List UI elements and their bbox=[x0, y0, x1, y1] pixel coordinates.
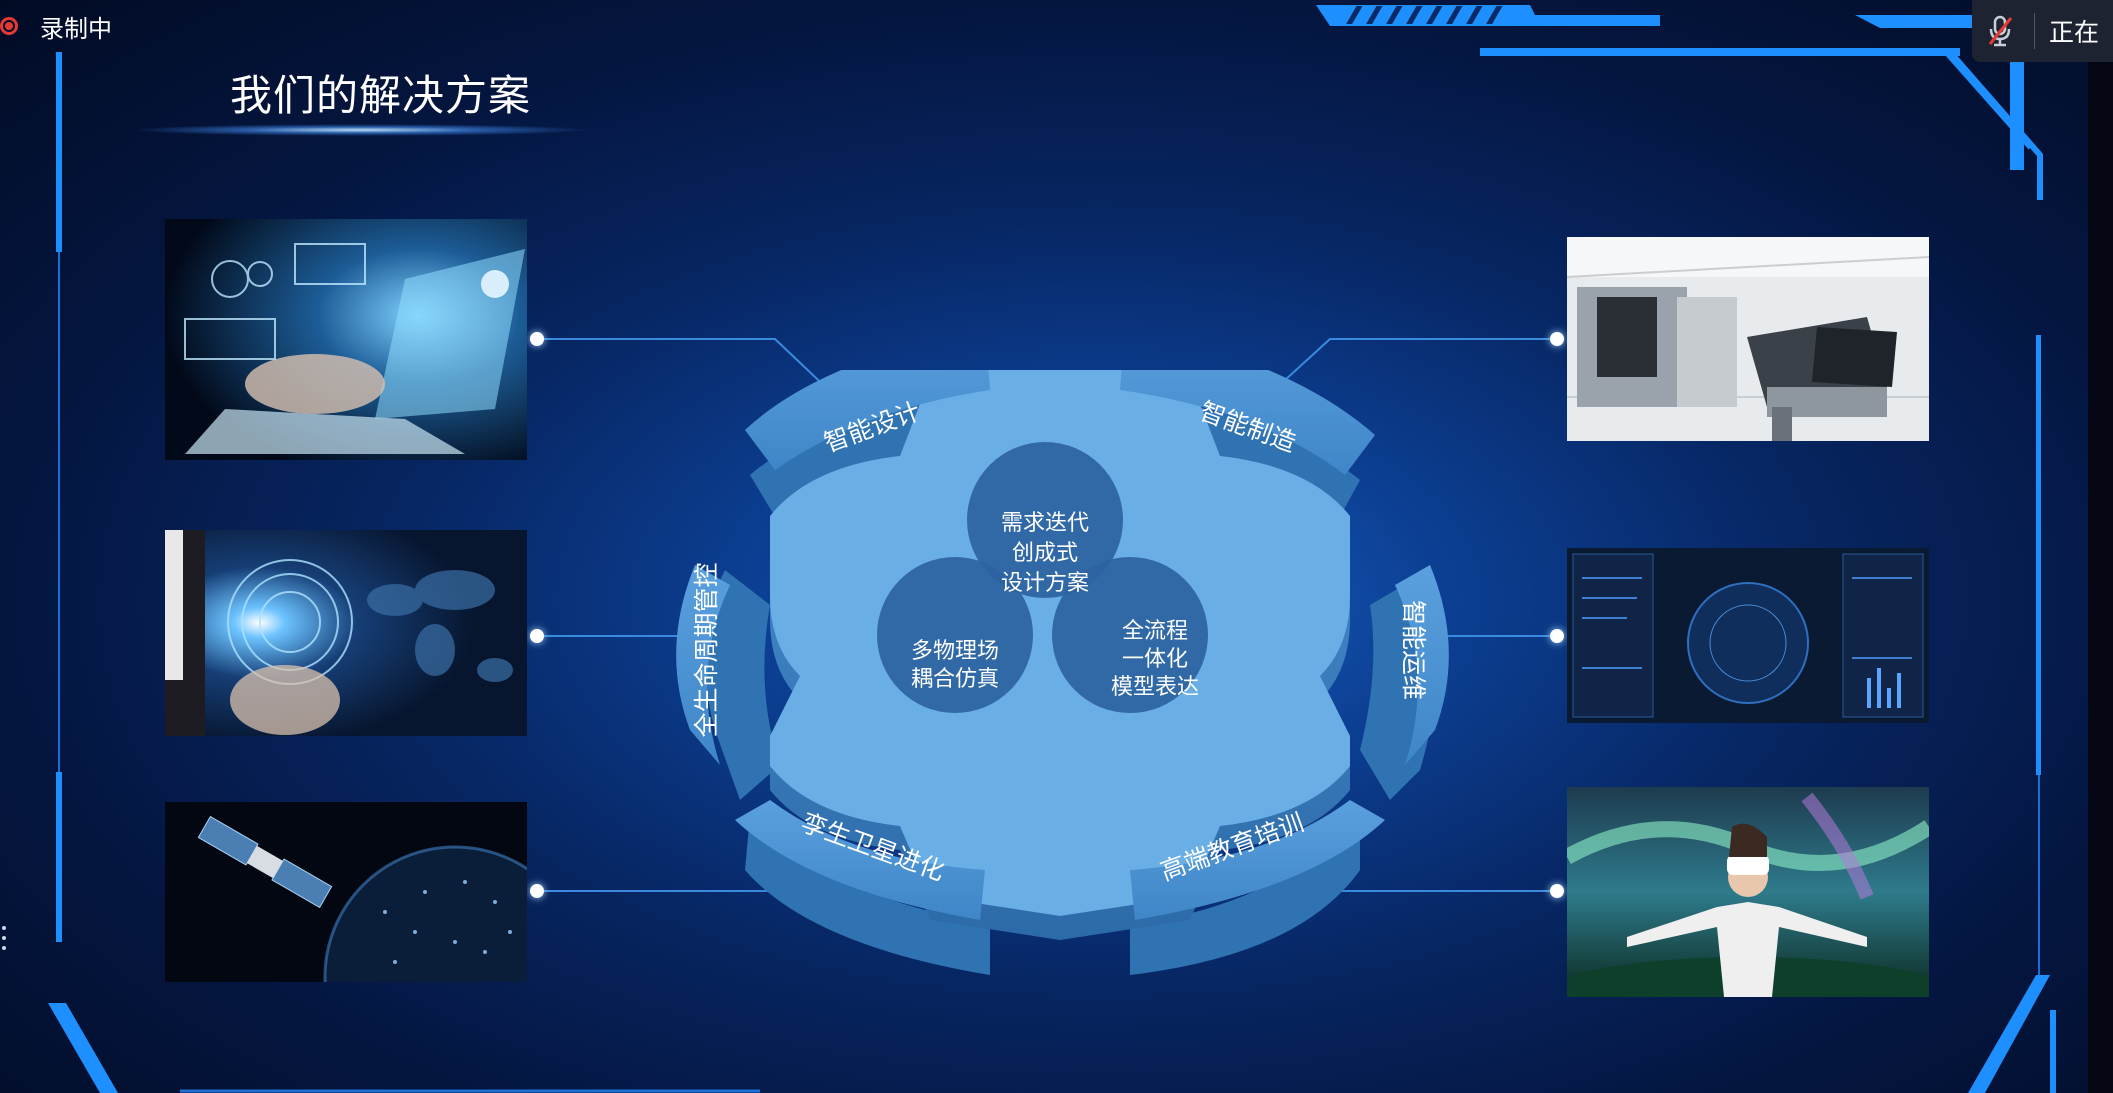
side-drag-handle[interactable] bbox=[0, 918, 8, 958]
image-ai-laptop bbox=[165, 219, 527, 460]
segment-label-right: 智能运维 bbox=[1399, 600, 1428, 700]
image-dashboard bbox=[1567, 548, 1929, 723]
circle-left-line-1: 多物理场 bbox=[911, 639, 999, 664]
connector-dot bbox=[530, 629, 544, 643]
segment-label-left: 全生命周期管控 bbox=[692, 562, 721, 737]
connector-dot bbox=[1550, 332, 1564, 346]
image-digital-hand bbox=[165, 530, 527, 736]
circle-top-line-2: 创成式 bbox=[1012, 541, 1078, 566]
circle-top-line-3: 设计方案 bbox=[1001, 571, 1089, 596]
solution-gear-diagram: 智能设计 智能制造 全生命周期管控 智能运维 孪生卫星进化 高端教育培训 需求迭… bbox=[676, 370, 1449, 975]
circle-top-line-1: 需求迭代 bbox=[1001, 511, 1089, 536]
image-factory-machinery bbox=[1567, 237, 1929, 441]
circle-right-line-2: 一体化 bbox=[1122, 647, 1188, 672]
connector-dot bbox=[530, 884, 544, 898]
circle-left-line-2: 耦合仿真 bbox=[911, 667, 999, 692]
circle-right-line-1: 全流程 bbox=[1122, 619, 1188, 644]
image-vr-woman bbox=[1567, 787, 1929, 997]
image-satellite-earth bbox=[165, 802, 527, 982]
connector-dot bbox=[1550, 629, 1564, 643]
circle-right-line-3: 模型表达 bbox=[1111, 675, 1199, 700]
connector-dot bbox=[1550, 884, 1564, 898]
connector-dot bbox=[530, 332, 544, 346]
